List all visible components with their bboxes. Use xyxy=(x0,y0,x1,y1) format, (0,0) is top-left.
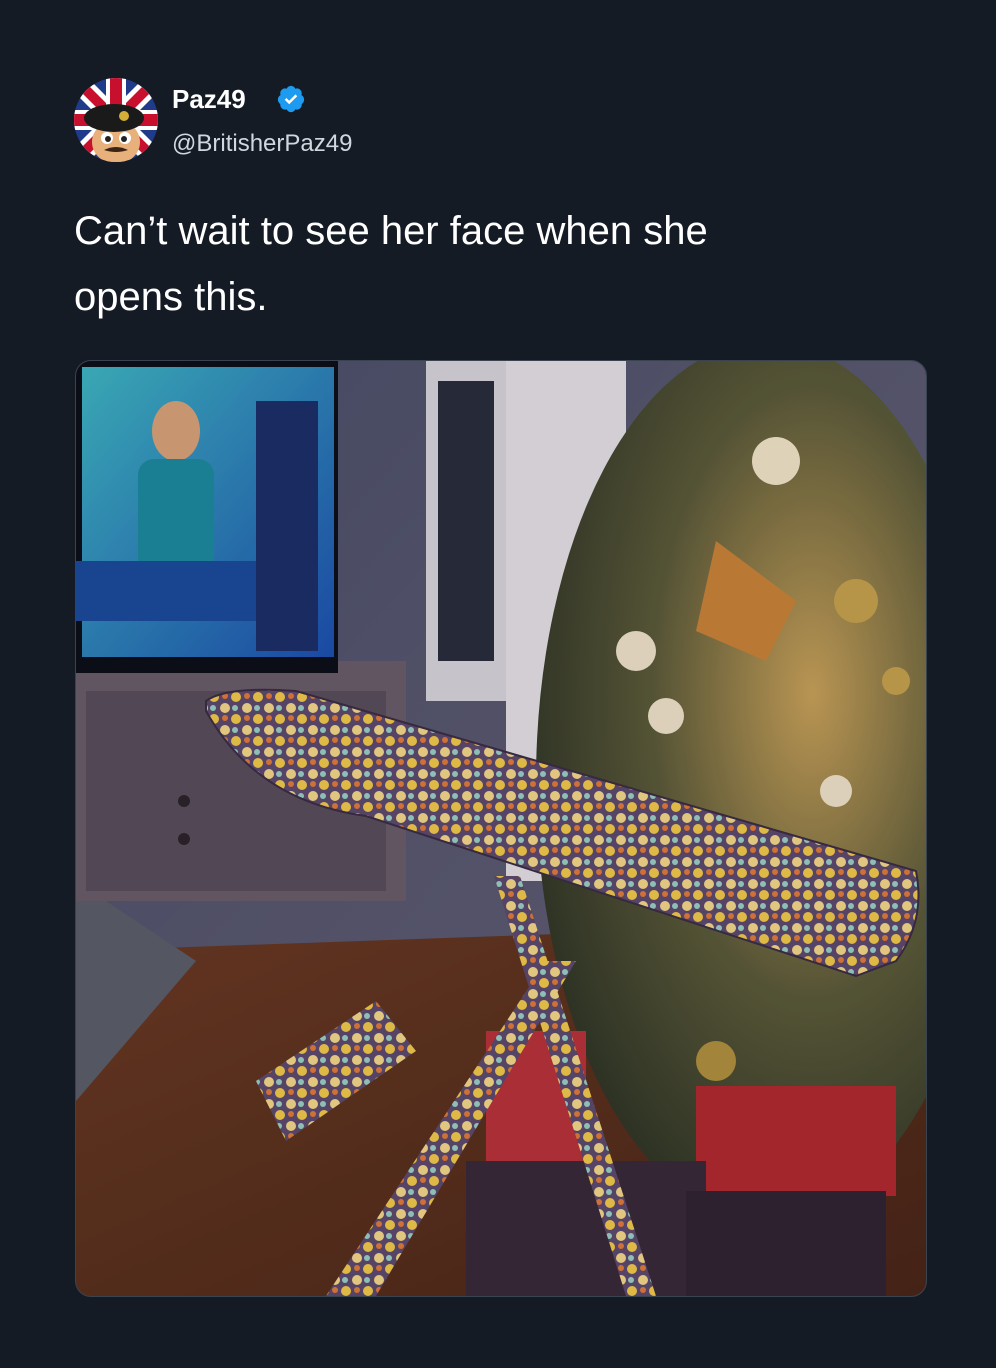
tweet-card: Paz49 @BritisherPaz49 Can’t wait to see … xyxy=(0,0,996,1368)
author-avatar[interactable] xyxy=(74,78,158,162)
tweet-text: Can’t wait to see her face when she open… xyxy=(74,209,708,319)
verified-badge-icon xyxy=(276,84,306,114)
author-handle[interactable]: @BritisherPaz49 xyxy=(172,128,352,160)
cartoon-soldier-avatar-icon xyxy=(74,78,158,162)
photo-image xyxy=(76,361,926,1296)
author-display-name[interactable]: Paz49 xyxy=(172,83,246,115)
tweet-photo[interactable] xyxy=(75,360,927,1297)
